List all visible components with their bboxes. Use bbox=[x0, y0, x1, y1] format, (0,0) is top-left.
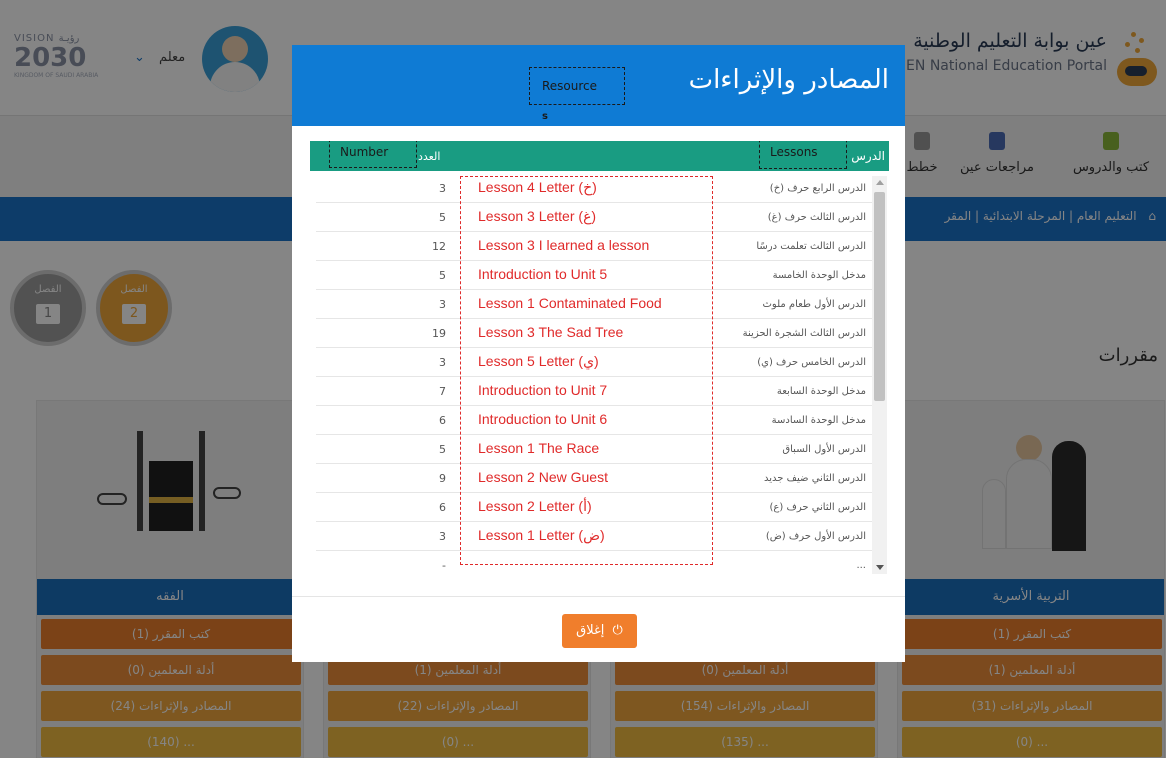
row-count: 19 bbox=[432, 327, 446, 340]
row-count: 5 bbox=[439, 269, 446, 282]
modal-title: المصادر والإثراءات bbox=[688, 65, 889, 95]
row-count: 5 bbox=[439, 211, 446, 224]
row-lesson[interactable]: مدخل الوحدة السابعة bbox=[777, 386, 866, 397]
annotation-resources-text: Resource bbox=[542, 79, 598, 93]
row-count: 3 bbox=[439, 298, 446, 311]
row-count: 9 bbox=[439, 472, 446, 485]
annotation-resources-continuation: s bbox=[542, 111, 548, 122]
row-count: 7 bbox=[439, 385, 446, 398]
row-count: 6 bbox=[439, 501, 446, 514]
row-count: 5 bbox=[439, 443, 446, 456]
annotation-number-box: Number bbox=[329, 141, 417, 168]
scroll-up-icon[interactable] bbox=[876, 180, 884, 185]
row-lesson[interactable]: الدرس الأول طعام ملوث bbox=[763, 299, 867, 310]
row-lesson[interactable]: الدرس الثالث حرف (غ) bbox=[768, 212, 866, 223]
annotation-resources-box: Resource bbox=[529, 67, 625, 105]
close-button-label: إغلاق bbox=[576, 623, 605, 638]
row-lesson[interactable]: الدرس الرابع حرف (خ) bbox=[770, 183, 866, 194]
scroll-down-icon[interactable] bbox=[876, 565, 884, 570]
row-lesson[interactable]: الدرس الخامس حرف (ي) bbox=[757, 357, 866, 368]
row-count: 3 bbox=[439, 182, 446, 195]
row-lesson[interactable]: الدرس الأول السباق bbox=[782, 444, 866, 455]
row-lesson[interactable]: الدرس الثاني ضيف جديد bbox=[764, 473, 866, 484]
row-count: 3 bbox=[439, 356, 446, 369]
close-button[interactable]: إغلاق ⏻ bbox=[562, 614, 637, 648]
row-count: 3 bbox=[439, 530, 446, 543]
row-count: 12 bbox=[432, 240, 446, 253]
row-lesson[interactable]: مدخل الوحدة السادسة bbox=[772, 415, 866, 426]
row-lesson[interactable]: الدرس الثالث الشجرة الحزينة bbox=[743, 328, 866, 339]
annotation-english-box bbox=[460, 176, 713, 565]
annotation-number-text: Number bbox=[340, 145, 389, 159]
column-header-count[interactable]: العدد bbox=[418, 150, 440, 163]
scroll-thumb[interactable] bbox=[874, 192, 885, 401]
row-lesson[interactable]: الدرس الثاني حرف (ع) bbox=[770, 502, 867, 513]
power-icon: ⏻ bbox=[612, 623, 623, 638]
resources-modal: المصادر والإثراءات Resource s الدرس العد… bbox=[292, 45, 905, 662]
modal-footer: إغلاق ⏻ bbox=[292, 596, 905, 662]
row-lesson[interactable]: الدرس الأول حرف (ض) bbox=[766, 531, 866, 542]
row-count: 6 bbox=[439, 414, 446, 427]
annotation-lessons-text: Lessons bbox=[770, 145, 818, 159]
row-lesson[interactable]: مدخل الوحدة الخامسة bbox=[773, 270, 866, 281]
modal-header: المصادر والإثراءات Resource s bbox=[292, 45, 905, 126]
row-lesson[interactable]: ... bbox=[856, 560, 866, 571]
column-header-lessons[interactable]: الدرس bbox=[851, 149, 885, 163]
row-lesson[interactable]: الدرس الثالث تعلمت درسًا bbox=[756, 241, 866, 252]
annotation-lessons-box: Lessons bbox=[759, 141, 847, 169]
row-count: - bbox=[442, 559, 446, 572]
table-scrollbar[interactable] bbox=[872, 176, 887, 574]
